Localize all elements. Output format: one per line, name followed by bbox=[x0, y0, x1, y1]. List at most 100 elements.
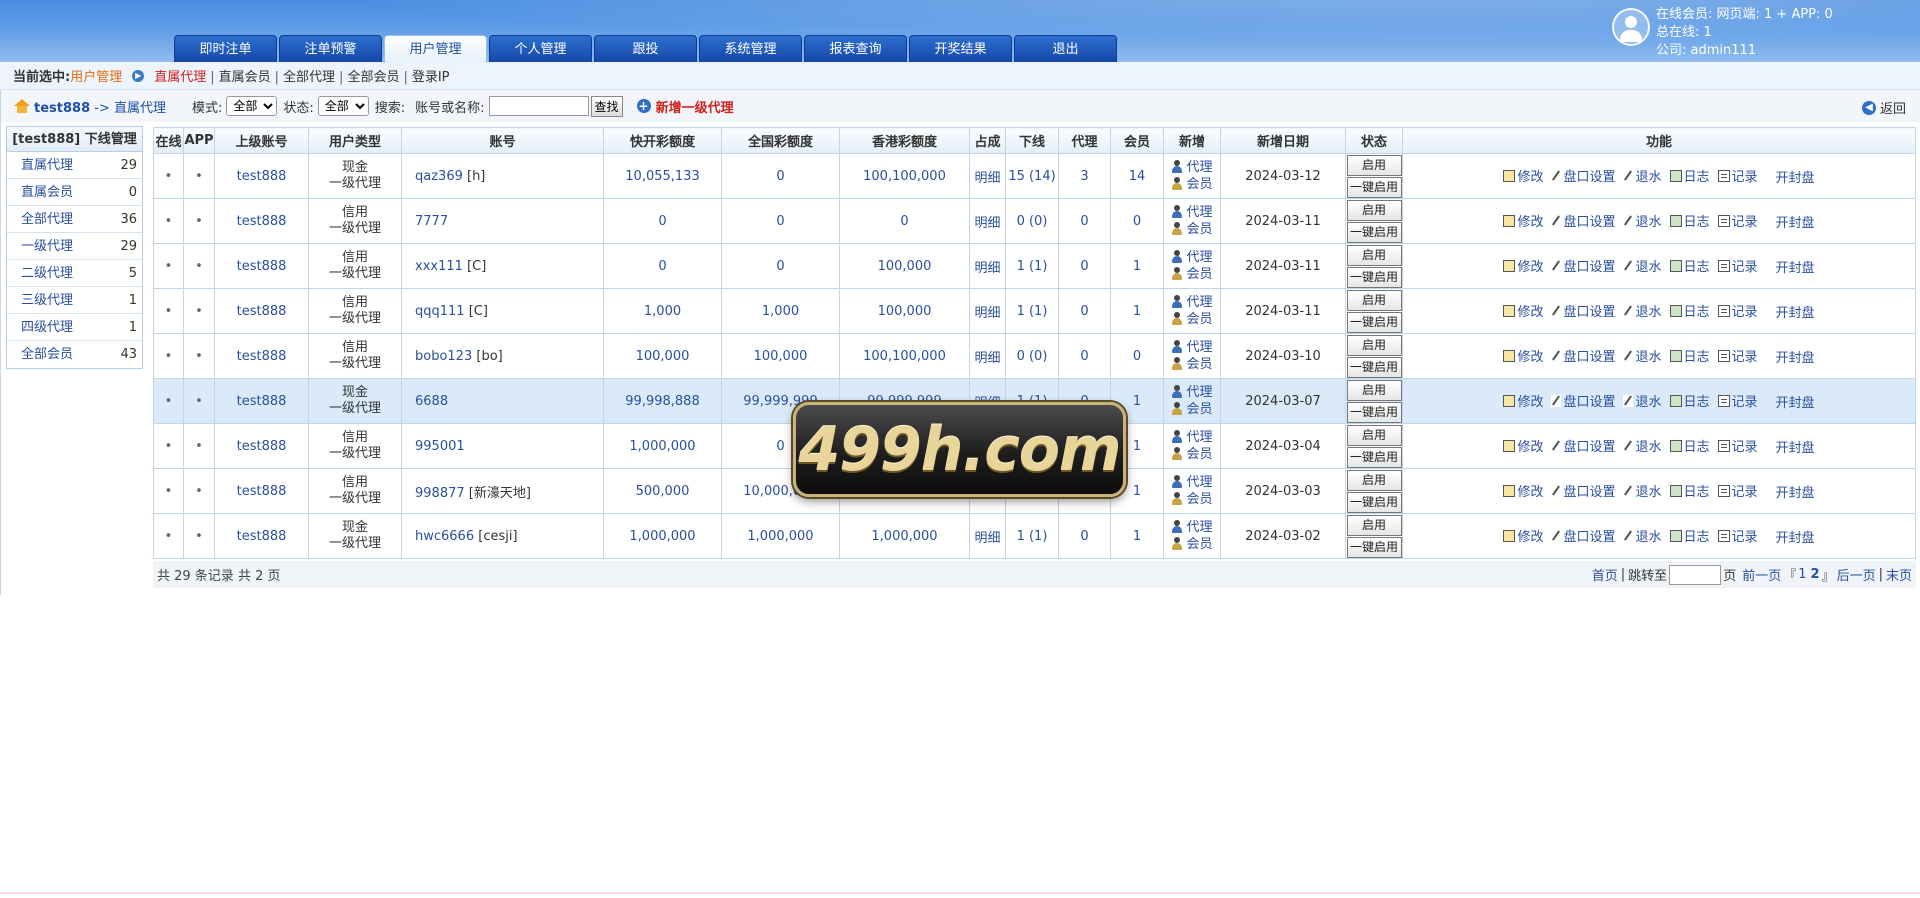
new-agent-link[interactable]: 代理 bbox=[1171, 519, 1213, 536]
odds-setting-action[interactable]: 盘口设置 bbox=[1551, 166, 1615, 185]
edit-action[interactable]: 修改 bbox=[1503, 346, 1543, 365]
one-click-enable-button[interactable]: 一键启用 bbox=[1346, 446, 1402, 468]
back-button[interactable]: ◀ 返回 bbox=[1861, 98, 1906, 117]
new-member-link[interactable]: 会员 bbox=[1171, 536, 1213, 553]
odds-setting-action[interactable]: 盘口设置 bbox=[1551, 211, 1615, 230]
breadcrumb-link-1[interactable]: 直属会员 bbox=[219, 70, 271, 85]
nav-tab-1[interactable]: 注单预警 bbox=[279, 35, 382, 62]
add-agent-link[interactable]: 新增一级代理 bbox=[656, 97, 734, 116]
next-page-link[interactable]: 后一页 bbox=[1837, 565, 1876, 584]
new-member-link[interactable]: 会员 bbox=[1171, 446, 1213, 463]
new-member-link[interactable]: 会员 bbox=[1171, 491, 1213, 508]
share-detail-link[interactable]: 明细 bbox=[974, 171, 1000, 186]
new-member-link[interactable]: 会员 bbox=[1171, 266, 1213, 283]
new-member-link[interactable]: 会员 bbox=[1171, 401, 1213, 418]
status-select[interactable]: 全部 bbox=[317, 96, 369, 116]
rebate-action[interactable]: 退水 bbox=[1623, 481, 1662, 500]
odds-setting-action[interactable]: 盘口设置 bbox=[1551, 391, 1615, 410]
nav-tab-3[interactable]: 个人管理 bbox=[489, 35, 592, 62]
account-link[interactable]: hwc6666 bbox=[415, 529, 474, 544]
new-agent-link[interactable]: 代理 bbox=[1171, 339, 1213, 356]
sidebar-item[interactable]: 直属代理 29 bbox=[7, 152, 142, 179]
odds-setting-action[interactable]: 盘口设置 bbox=[1551, 346, 1615, 365]
new-agent-link[interactable]: 代理 bbox=[1171, 294, 1213, 311]
account-link[interactable]: 7777 bbox=[415, 214, 448, 229]
new-member-link[interactable]: 会员 bbox=[1171, 221, 1213, 238]
sidebar-item[interactable]: 一级代理 29 bbox=[7, 233, 142, 260]
share-detail-link[interactable]: 明细 bbox=[974, 531, 1000, 546]
edit-action[interactable]: 修改 bbox=[1503, 391, 1543, 410]
share-detail-link[interactable]: 明细 bbox=[974, 216, 1000, 231]
account-link[interactable]: bobo123 bbox=[415, 349, 472, 364]
record-action[interactable]: 记录 bbox=[1717, 256, 1758, 275]
odds-setting-action[interactable]: 盘口设置 bbox=[1551, 256, 1615, 275]
edit-action[interactable]: 修改 bbox=[1503, 481, 1543, 500]
one-click-enable-button[interactable]: 一键启用 bbox=[1346, 491, 1402, 513]
rebate-action[interactable]: 退水 bbox=[1623, 391, 1662, 410]
account-link[interactable]: qqq111 bbox=[415, 304, 465, 319]
edit-action[interactable]: 修改 bbox=[1503, 526, 1543, 545]
edit-action[interactable]: 修改 bbox=[1503, 166, 1543, 185]
enable-button[interactable]: 启用 bbox=[1346, 199, 1402, 221]
new-agent-link[interactable]: 代理 bbox=[1171, 249, 1213, 266]
log-action[interactable]: 日志 bbox=[1669, 166, 1710, 185]
sidebar-item[interactable]: 二级代理 5 bbox=[7, 260, 142, 287]
new-agent-link[interactable]: 代理 bbox=[1171, 159, 1213, 176]
log-action[interactable]: 日志 bbox=[1669, 481, 1710, 500]
log-action[interactable]: 日志 bbox=[1669, 346, 1710, 365]
account-link[interactable]: 6688 bbox=[415, 394, 448, 409]
edit-action[interactable]: 修改 bbox=[1503, 436, 1543, 455]
last-page-link[interactable]: 末页 bbox=[1886, 565, 1912, 584]
log-action[interactable]: 日志 bbox=[1669, 256, 1710, 275]
record-action[interactable]: 记录 bbox=[1717, 391, 1758, 410]
one-click-enable-button[interactable]: 一键启用 bbox=[1346, 356, 1402, 378]
page-jump-input[interactable] bbox=[1669, 564, 1722, 585]
open-close-action[interactable]: 开封盘 bbox=[1776, 302, 1815, 321]
rebate-action[interactable]: 退水 bbox=[1623, 256, 1662, 275]
rebate-action[interactable]: 退水 bbox=[1623, 166, 1662, 185]
enable-button[interactable]: 启用 bbox=[1346, 244, 1402, 266]
new-member-link[interactable]: 会员 bbox=[1171, 311, 1213, 328]
open-close-action[interactable]: 开封盘 bbox=[1776, 212, 1815, 231]
open-close-action[interactable]: 开封盘 bbox=[1776, 482, 1815, 501]
account-link[interactable]: 998877 bbox=[415, 486, 465, 501]
breadcrumb-link-0[interactable]: 直属代理 bbox=[154, 70, 206, 85]
rebate-action[interactable]: 退水 bbox=[1623, 301, 1662, 320]
open-close-action[interactable]: 开封盘 bbox=[1776, 392, 1815, 411]
share-detail-link[interactable]: 明细 bbox=[974, 306, 1000, 321]
nav-tab-2[interactable]: 用户管理 bbox=[384, 35, 487, 63]
record-action[interactable]: 记录 bbox=[1717, 166, 1758, 185]
odds-setting-action[interactable]: 盘口设置 bbox=[1551, 436, 1615, 455]
one-click-enable-button[interactable]: 一键启用 bbox=[1346, 401, 1402, 423]
add-icon[interactable]: + bbox=[636, 99, 651, 113]
one-click-enable-button[interactable]: 一键启用 bbox=[1346, 311, 1402, 333]
enable-button[interactable]: 启用 bbox=[1346, 379, 1402, 401]
account-link[interactable]: xxx111 bbox=[415, 259, 463, 274]
record-action[interactable]: 记录 bbox=[1717, 346, 1758, 365]
log-action[interactable]: 日志 bbox=[1669, 211, 1710, 230]
enable-button[interactable]: 启用 bbox=[1346, 154, 1402, 176]
log-action[interactable]: 日志 bbox=[1669, 301, 1710, 320]
enable-button[interactable]: 启用 bbox=[1346, 289, 1402, 311]
prev-page-link[interactable]: 前一页 bbox=[1742, 565, 1781, 584]
nav-tab-6[interactable]: 报表查询 bbox=[804, 35, 907, 62]
page-1-link[interactable]: 1 bbox=[1798, 567, 1806, 582]
enable-button[interactable]: 启用 bbox=[1346, 424, 1402, 446]
record-action[interactable]: 记录 bbox=[1717, 436, 1758, 455]
edit-action[interactable]: 修改 bbox=[1503, 211, 1543, 230]
one-click-enable-button[interactable]: 一键启用 bbox=[1346, 536, 1402, 558]
mode-select[interactable]: 全部 bbox=[226, 96, 278, 116]
nav-tab-4[interactable]: 跟投 bbox=[594, 35, 697, 62]
enable-button[interactable]: 启用 bbox=[1346, 514, 1402, 536]
account-link[interactable]: 995001 bbox=[415, 439, 465, 454]
open-close-action[interactable]: 开封盘 bbox=[1776, 527, 1815, 546]
sidebar-item[interactable]: 三级代理 1 bbox=[7, 287, 142, 314]
edit-action[interactable]: 修改 bbox=[1503, 301, 1543, 320]
open-close-action[interactable]: 开封盘 bbox=[1776, 347, 1815, 366]
odds-setting-action[interactable]: 盘口设置 bbox=[1551, 526, 1615, 545]
log-action[interactable]: 日志 bbox=[1669, 391, 1710, 410]
nav-tab-5[interactable]: 系统管理 bbox=[699, 35, 802, 62]
record-action[interactable]: 记录 bbox=[1717, 211, 1758, 230]
new-agent-link[interactable]: 代理 bbox=[1171, 474, 1213, 491]
new-agent-link[interactable]: 代理 bbox=[1171, 429, 1213, 446]
